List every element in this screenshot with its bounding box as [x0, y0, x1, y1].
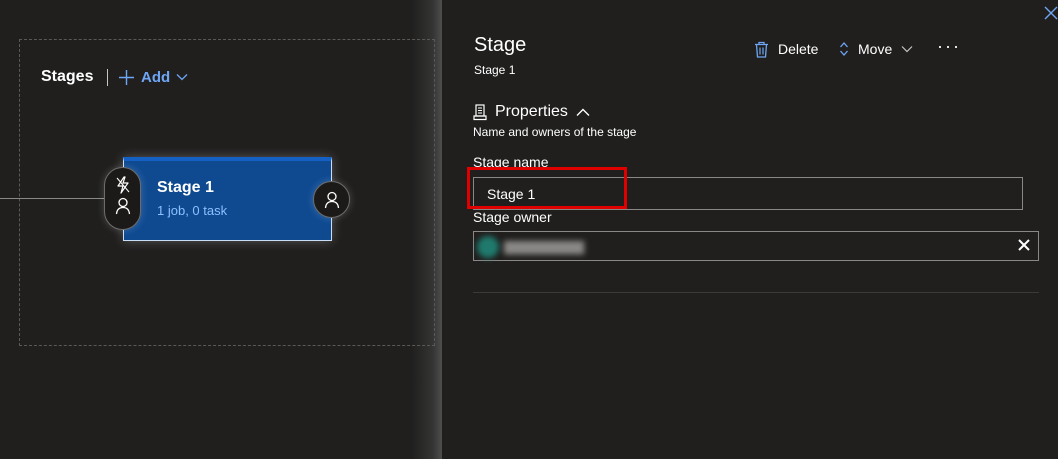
chevron-up-icon — [576, 108, 590, 116]
stage-card-name: Stage 1 — [157, 179, 214, 196]
more-actions-button[interactable]: ··· — [937, 36, 961, 57]
panel-title: Stage — [474, 34, 527, 56]
stage-properties-panel — [442, 0, 1058, 459]
properties-header-label: Properties — [495, 103, 568, 120]
stage-owner-picker[interactable]: ▇▇▇▇▇▇▇▇ — [473, 231, 1039, 261]
properties-section-toggle[interactable]: Properties — [473, 102, 590, 122]
person-icon — [324, 191, 340, 209]
stages-title-separator — [107, 69, 108, 86]
chevron-down-icon — [176, 74, 188, 81]
owner-name-redacted: ▇▇▇▇▇▇▇▇ — [504, 239, 584, 254]
delete-label: Delete — [778, 41, 819, 57]
trash-icon — [755, 41, 768, 58]
lightning-bolt-icon — [116, 176, 130, 194]
move-label: Move — [858, 41, 893, 57]
move-up-down-icon — [840, 42, 848, 56]
stage-card[interactable]: Stage 1 1 job, 0 task — [123, 157, 332, 241]
person-icon — [115, 197, 131, 215]
panel-subtitle: Stage 1 — [474, 63, 516, 77]
delete-button[interactable]: Delete — [754, 40, 818, 58]
clear-owner-icon[interactable] — [1017, 238, 1031, 252]
section-divider — [473, 292, 1039, 293]
stage-name-input[interactable] — [473, 177, 1023, 210]
properties-icon — [473, 103, 487, 120]
chevron-down-icon — [901, 46, 913, 53]
stage-name-label: Stage name — [473, 154, 549, 170]
post-deployment-conditions-button[interactable] — [313, 181, 350, 218]
close-icon[interactable] — [1044, 6, 1058, 20]
stage-owner-label: Stage owner — [473, 209, 552, 225]
release-pipeline-editor: Stages Add Stage 1 1 job, 0 task Stage S… — [0, 0, 1058, 459]
add-stage-button[interactable]: Add — [118, 66, 188, 88]
add-stage-label: Add — [141, 68, 171, 86]
pre-deployment-conditions-button[interactable] — [104, 167, 141, 230]
move-button[interactable]: Move — [839, 40, 913, 58]
stages-title: Stages — [41, 68, 94, 85]
avatar — [477, 236, 499, 258]
stage-card-summary[interactable]: 1 job, 0 task — [157, 203, 227, 218]
properties-description: Name and owners of the stage — [473, 125, 637, 139]
plus-icon — [119, 69, 134, 85]
artifact-connector-line — [0, 198, 106, 199]
